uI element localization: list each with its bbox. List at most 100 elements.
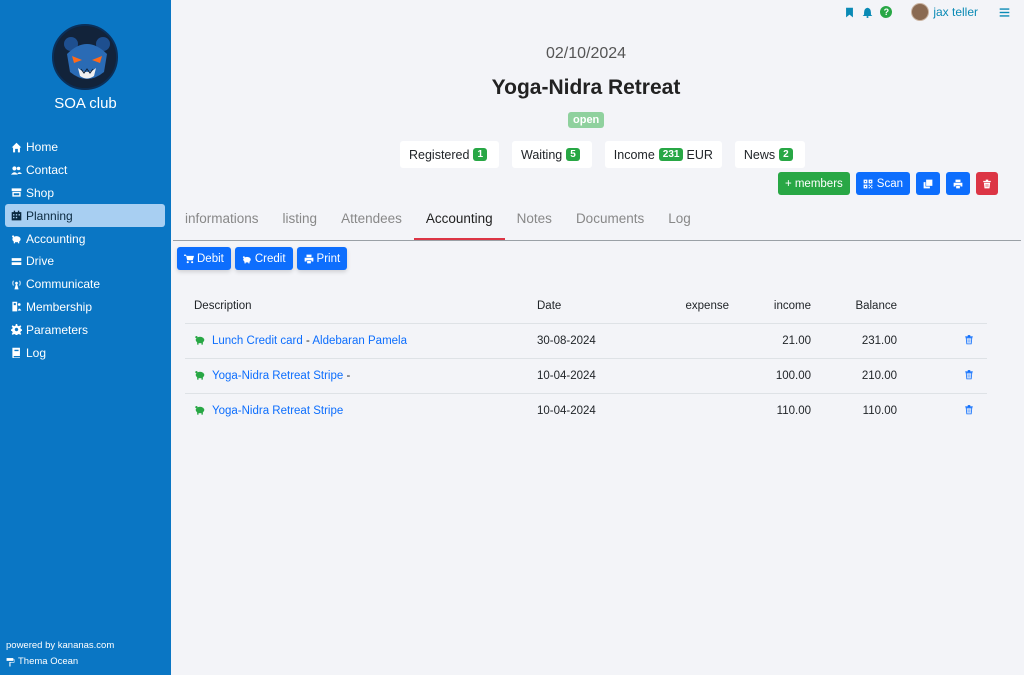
calendar-icon [9, 209, 23, 223]
sidebar-item-label: Shop [26, 185, 55, 200]
person-link[interactable]: Aldebaran Pamela [312, 335, 407, 347]
accounting-table: Description Date expense income Balance … [185, 289, 987, 428]
transaction-date: 10-04-2024 [537, 370, 596, 382]
book-icon [9, 346, 23, 360]
delete-event-button[interactable] [976, 172, 998, 195]
sidebar-item-log[interactable]: Log [5, 341, 165, 364]
tab-documents[interactable]: Documents [564, 202, 656, 240]
avatar[interactable] [911, 3, 930, 21]
delete-row-button[interactable] [897, 404, 974, 418]
sidebar-item-home[interactable]: Home [5, 136, 165, 159]
tab-accounting[interactable]: Accounting [413, 202, 505, 240]
print-icon [304, 254, 313, 263]
paint-roller-icon [6, 657, 15, 667]
delete-row-button[interactable] [897, 369, 974, 383]
theme-label: Thema Ocean [18, 656, 79, 667]
piggy-bank-icon [195, 336, 205, 345]
sidebar-item-accounting[interactable]: Accounting [5, 227, 165, 250]
delete-row-button[interactable] [897, 334, 974, 348]
piggy-bank-icon [195, 406, 205, 415]
sidebar-item-shop[interactable]: Shop [5, 182, 165, 205]
registered-count-badge: 1 [473, 148, 488, 161]
trash-icon [965, 370, 973, 380]
transaction-balance: 210.00 [861, 370, 897, 382]
hamburger-menu-icon[interactable] [999, 7, 1010, 18]
club-logo[interactable] [52, 24, 118, 90]
id-card-icon [9, 300, 23, 314]
powered-by-link[interactable]: powered by kananas.com [6, 640, 114, 651]
accounting-toolbar: Debit Credit Print [177, 247, 348, 270]
print-button[interactable]: Print [296, 247, 348, 270]
sidebar-item-contact[interactable]: Contact [5, 159, 165, 182]
debit-button[interactable]: Debit [177, 247, 231, 270]
bookmark-icon[interactable] [844, 7, 855, 18]
help-icon[interactable]: ? [880, 6, 893, 18]
username[interactable]: jax teller [933, 5, 978, 19]
sidebar-item-parameters[interactable]: Parameters [5, 318, 165, 341]
transaction-link[interactable]: Yoga-Nidra Retreat Stripe [212, 370, 343, 382]
theme-selector[interactable]: Thema Ocean [6, 656, 78, 667]
waiting-label: Waiting [521, 147, 563, 162]
table-row: Yoga-Nidra Retreat Stripe 10-04-2024 110… [185, 393, 987, 428]
bell-icon[interactable] [862, 7, 873, 18]
event-tabs: informations listing Attendees Accountin… [173, 202, 1021, 241]
qrcode-icon [863, 179, 873, 189]
drive-icon [9, 254, 23, 268]
scan-button[interactable]: Scan [855, 172, 910, 195]
column-header-income: income [773, 300, 811, 312]
tab-log[interactable]: Log [656, 202, 703, 240]
credit-button[interactable]: Credit [234, 247, 293, 270]
sidebar-item-label: Planning [26, 208, 73, 223]
piggy-bank-icon [9, 232, 23, 246]
income-label: Income [613, 147, 655, 162]
transaction-link[interactable]: Yoga-Nidra Retreat Stripe [212, 405, 343, 417]
sidebar-item-label: Contact [26, 163, 68, 178]
event-actions: + members Scan [777, 172, 998, 195]
tab-listing[interactable]: listing [271, 202, 330, 240]
table-row: Yoga-Nidra Retreat Stripe - 10-04-2024 1… [185, 358, 987, 393]
transaction-income: 21.00 [782, 335, 811, 347]
tab-informations[interactable]: informations [173, 202, 271, 240]
cart-icon [184, 254, 194, 263]
trash-icon [982, 179, 992, 189]
sidebar-item-label: Membership [26, 299, 93, 314]
tab-notes[interactable]: Notes [505, 202, 564, 240]
separator: - [343, 370, 351, 382]
transaction-date: 10-04-2024 [537, 405, 596, 417]
scan-label: Scan [876, 177, 903, 190]
news-counter[interactable]: News 2 [734, 141, 805, 168]
sidebar: SOA club Home Contact Shop Planning Acco… [0, 0, 171, 675]
tab-attendees[interactable]: Attendees [329, 202, 414, 240]
home-icon [9, 140, 23, 154]
sidebar-item-drive[interactable]: Drive [5, 250, 165, 273]
copy-icon [923, 179, 933, 189]
transaction-income: 110.00 [776, 405, 811, 417]
separator: - [302, 335, 313, 347]
trash-icon [965, 335, 973, 345]
store-icon [9, 186, 23, 200]
event-title: Yoga-Nidra Retreat [491, 76, 681, 99]
income-counter[interactable]: Income 231 EUR [604, 141, 722, 168]
sidebar-item-planning[interactable]: Planning [5, 204, 165, 228]
trash-icon [965, 405, 973, 415]
sidebar-item-membership[interactable]: Membership [5, 296, 165, 319]
transaction-link[interactable]: Lunch Credit card [212, 335, 303, 347]
duplicate-button[interactable] [916, 172, 940, 195]
income-amount-badge: 231 [658, 148, 684, 161]
print-event-button[interactable] [946, 172, 970, 195]
column-header-balance: Balance [855, 300, 897, 312]
sidebar-item-communicate[interactable]: Communicate [5, 273, 165, 296]
broadcast-icon [9, 277, 23, 291]
transaction-income: 100.00 [775, 370, 811, 382]
sidebar-item-label: Accounting [26, 231, 86, 246]
sidebar-item-label: Home [26, 140, 59, 155]
registered-counter[interactable]: Registered 1 [400, 141, 500, 168]
waiting-counter[interactable]: Waiting 5 [512, 141, 592, 168]
sidebar-item-label: Communicate [26, 277, 101, 292]
sidebar-nav: Home Contact Shop Planning Accounting Dr… [5, 136, 165, 364]
column-header-date: Date [537, 300, 562, 312]
transaction-balance: 110.00 [862, 405, 897, 417]
top-bar: ? jax teller [844, 3, 1010, 21]
add-members-button[interactable]: + members [777, 172, 850, 195]
sidebar-item-label: Log [26, 345, 47, 360]
